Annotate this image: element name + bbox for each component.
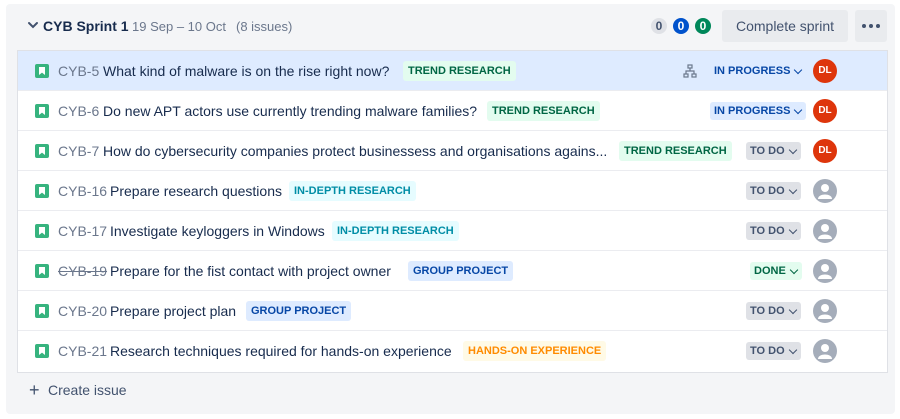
unassigned-avatar-icon[interactable] <box>813 299 837 323</box>
epic-label[interactable]: TREND RESEARCH <box>403 61 516 81</box>
plus-icon: + <box>29 380 40 400</box>
issue-row[interactable]: CYB-19 Prepare for the fist contact with… <box>18 251 887 291</box>
issue-key[interactable]: CYB-17 <box>58 223 107 239</box>
unassigned-avatar-icon[interactable] <box>813 179 837 203</box>
epic-label[interactable]: GROUP PROJECT <box>408 261 514 281</box>
issue-key[interactable]: CYB-5 <box>58 63 99 79</box>
epic-label[interactable]: TREND RESEARCH <box>619 141 732 161</box>
story-icon <box>35 304 49 318</box>
in-progress-count-badge: 0 <box>673 18 689 34</box>
story-icon <box>35 144 49 158</box>
issue-summary[interactable]: How do cybersecurity companies protect b… <box>103 143 607 159</box>
issue-summary[interactable]: What kind of malware is on the rise righ… <box>103 63 389 79</box>
sprint-header: CYB Sprint 1 19 Sep – 10 Oct (8 issues) … <box>6 4 895 48</box>
issue-row[interactable]: CYB-16 Prepare research questions IN-DEP… <box>18 171 887 211</box>
status-dropdown[interactable]: DONE <box>750 262 802 280</box>
complete-sprint-button[interactable]: Complete sprint <box>722 10 848 42</box>
unassigned-avatar-icon[interactable] <box>813 339 837 363</box>
issue-row[interactable]: CYB-17 Investigate keyloggers in Windows… <box>18 211 887 251</box>
epic-label[interactable]: IN-DEPTH RESEARCH <box>332 221 459 241</box>
issue-summary[interactable]: Prepare project plan <box>110 303 236 319</box>
issue-key[interactable]: CYB-20 <box>58 303 107 319</box>
story-icon <box>35 104 49 118</box>
sprint-issue-count: (8 issues) <box>236 19 293 34</box>
issue-list: CYB-5 What kind of malware is on the ris… <box>17 50 888 373</box>
story-icon <box>35 184 49 198</box>
avatar[interactable]: DL <box>813 139 837 163</box>
child-issues-icon[interactable] <box>683 64 697 78</box>
create-issue-label: Create issue <box>48 382 127 398</box>
chevron-down-icon[interactable] <box>26 18 40 32</box>
issue-key[interactable]: CYB-6 <box>58 103 99 119</box>
epic-label[interactable]: GROUP PROJECT <box>246 301 352 321</box>
done-count-badge: 0 <box>695 18 711 34</box>
epic-label[interactable]: TREND RESEARCH <box>487 101 600 121</box>
status-dropdown[interactable]: TO DO <box>746 342 801 360</box>
issue-row[interactable]: CYB-5 What kind of malware is on the ris… <box>18 51 887 91</box>
issue-row[interactable]: CYB-7 How do cybersecurity companies pro… <box>18 131 887 171</box>
issue-summary[interactable]: Do new APT actors use currently trending… <box>103 103 477 119</box>
issue-row[interactable]: CYB-6 Do new APT actors use currently tr… <box>18 91 887 131</box>
issue-key[interactable]: CYB-19 <box>58 263 107 279</box>
story-icon <box>35 344 49 358</box>
status-dropdown[interactable]: IN PROGRESS <box>710 62 807 80</box>
epic-label[interactable]: HANDS-ON EXPERIENCE <box>463 341 607 361</box>
status-dropdown[interactable]: TO DO <box>746 182 801 200</box>
avatar[interactable]: DL <box>813 99 837 123</box>
unassigned-avatar-icon[interactable] <box>813 259 837 283</box>
status-dropdown[interactable]: IN PROGRESS <box>710 102 807 120</box>
issue-summary[interactable]: Prepare research questions <box>110 183 282 199</box>
story-icon <box>35 64 49 78</box>
more-icon <box>862 24 866 28</box>
issue-row[interactable]: CYB-20 Prepare project plan GROUP PROJEC… <box>18 291 887 331</box>
issue-key[interactable]: CYB-7 <box>58 143 99 159</box>
epic-label[interactable]: IN-DEPTH RESEARCH <box>289 181 416 201</box>
issue-key[interactable]: CYB-21 <box>58 343 107 359</box>
status-dropdown[interactable]: TO DO <box>746 302 801 320</box>
issue-key[interactable]: CYB-16 <box>58 183 107 199</box>
issue-row[interactable]: CYB-21 Research techniques required for … <box>18 331 887 370</box>
story-icon <box>35 224 49 238</box>
sprint-container: CYB Sprint 1 19 Sep – 10 Oct (8 issues) … <box>6 4 895 414</box>
issue-summary[interactable]: Research techniques required for hands-o… <box>110 343 452 359</box>
issue-summary[interactable]: Investigate keyloggers in Windows <box>110 223 325 239</box>
unassigned-avatar-icon[interactable] <box>813 219 837 243</box>
story-icon <box>35 264 49 278</box>
sprint-name[interactable]: CYB Sprint 1 <box>43 18 129 34</box>
status-dropdown[interactable]: TO DO <box>746 142 801 160</box>
todo-count-badge: 0 <box>651 18 667 34</box>
more-actions-button[interactable] <box>855 10 887 42</box>
issue-summary[interactable]: Prepare for the fist contact with projec… <box>110 263 391 279</box>
sprint-dates: 19 Sep – 10 Oct <box>132 19 226 34</box>
avatar[interactable]: DL <box>813 59 837 83</box>
status-dropdown[interactable]: TO DO <box>746 222 801 240</box>
